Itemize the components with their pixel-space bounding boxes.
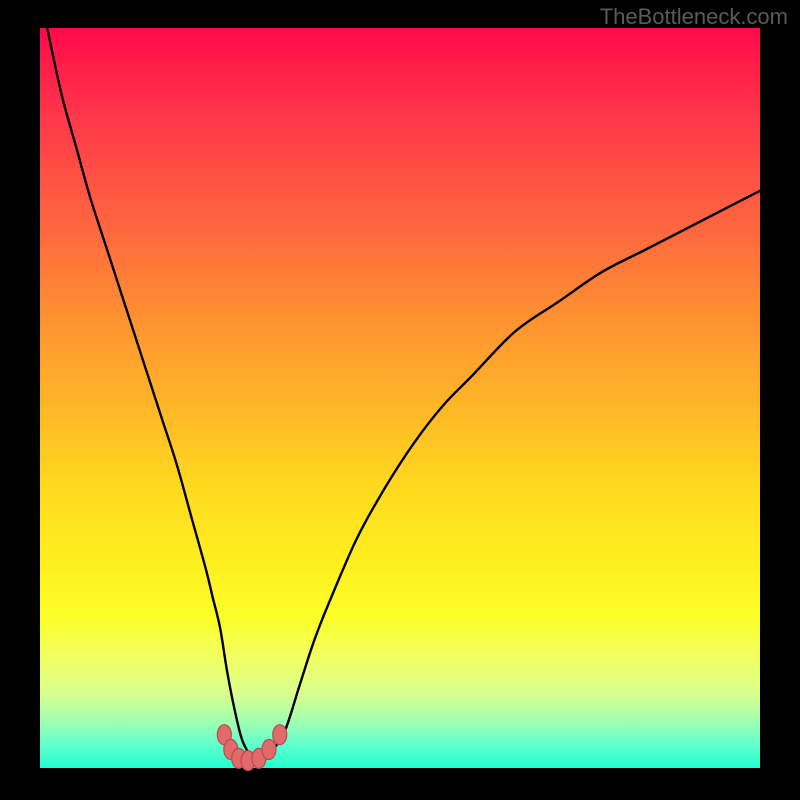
marker-group: [217, 725, 286, 771]
watermark-text: TheBottleneck.com: [600, 4, 788, 30]
chart-container: TheBottleneck.com: [0, 0, 800, 800]
valley-marker: [273, 725, 287, 745]
bottleneck-curve: [47, 28, 760, 762]
valley-marker: [262, 740, 276, 760]
curve-svg: [40, 28, 760, 768]
